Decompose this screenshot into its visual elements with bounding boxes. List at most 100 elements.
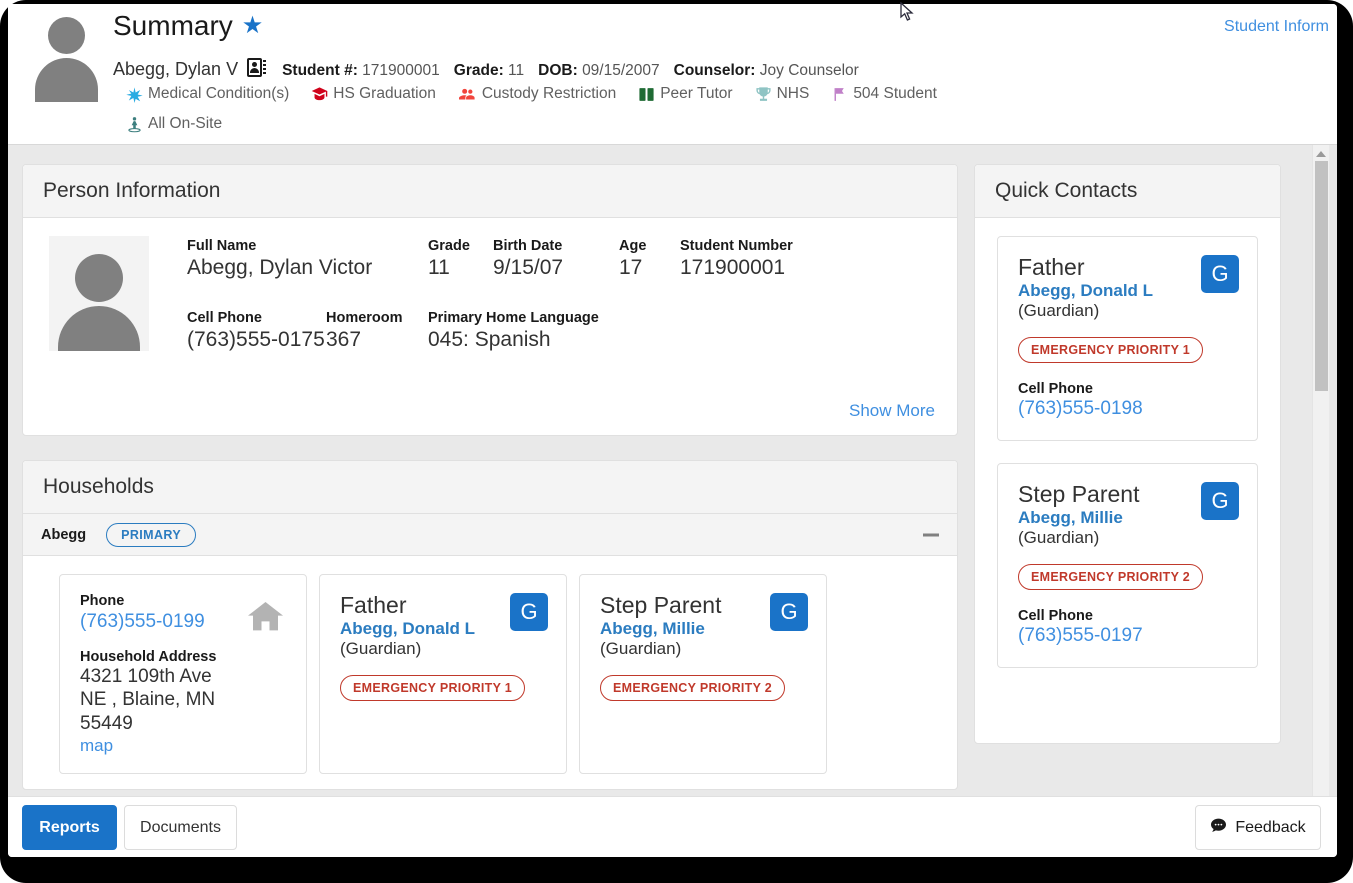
show-more-link[interactable]: Show More: [849, 401, 935, 421]
emergency-priority-badge: EMERGENCY PRIORITY 1: [1018, 337, 1204, 364]
meta-grade: Grade: 11: [453, 62, 525, 79]
avatar-body: [35, 58, 98, 102]
person-location-icon: [126, 116, 143, 133]
field-full-name: Full Name Abegg, Dylan Victor: [187, 238, 373, 279]
meta-student-number: Student #: 171900001: [282, 62, 440, 79]
contact-phone-label: Cell Phone: [1018, 381, 1093, 398]
person-photo-placeholder: [49, 236, 149, 351]
flag-hs-graduation[interactable]: HS Graduation: [311, 85, 436, 103]
page-title-row: Summary ★: [113, 12, 263, 40]
address-label: Household Address: [80, 649, 217, 665]
bottom-toolbar: Reports Documents Feedback: [8, 796, 1337, 857]
quick-contacts-region: Quick Contacts Father Abegg, Donald L (G…: [974, 164, 1281, 766]
mouse-cursor: [900, 1, 914, 22]
flag-medical-condition[interactable]: Medical Condition(s): [126, 85, 289, 103]
reports-button[interactable]: Reports: [22, 805, 117, 850]
flag-504-student[interactable]: 504 Student: [831, 85, 937, 103]
flag-icon: [831, 86, 848, 103]
graduation-cap-icon: [311, 86, 328, 103]
student-identity-row: Abegg, Dylan V Student #: 171900001 Grad…: [113, 56, 873, 80]
quick-contacts-body: Father Abegg, Donald L (Guardian) EMERGE…: [975, 218, 1280, 708]
field-homeroom: Homeroom 367: [326, 310, 403, 351]
minus-icon[interactable]: [923, 533, 939, 536]
guardian-badge: G: [1201, 255, 1239, 293]
student-flags-row-2: All On-Site: [126, 115, 244, 133]
household-subheader: Abegg PRIMARY: [23, 514, 957, 556]
member-guardian-text: (Guardian): [600, 639, 682, 659]
meta-counselor: Counselor: Joy Counselor: [673, 62, 859, 79]
emergency-priority-badge: EMERGENCY PRIORITY 2: [600, 675, 786, 702]
households-card: Households Abegg PRIMARY Phone (763)555-…: [22, 460, 958, 790]
person-information-body: Full Name Abegg, Dylan Victor Grade 11 B…: [23, 218, 957, 431]
flag-label: HS Graduation: [333, 85, 436, 102]
flag-all-on-site[interactable]: All On-Site: [126, 115, 222, 133]
flag-label: NHS: [776, 85, 810, 102]
field-cell-phone: Cell Phone (763)555-0175: [187, 310, 325, 352]
field-student-number: Student Number 171900001: [680, 238, 793, 279]
photo-head: [75, 254, 123, 302]
student-header: Summary ★ Abegg, Dylan V Student #: 1719…: [8, 4, 1337, 145]
primary-badge: PRIMARY: [106, 522, 197, 547]
cell-phone-link[interactable]: (763)555-0175: [187, 328, 325, 352]
page-title: Summary: [113, 10, 233, 41]
guardian-badge: G: [1201, 482, 1239, 521]
main-content: Person Information Full Name Abegg, Dyla…: [8, 145, 1337, 796]
map-link[interactable]: map: [80, 736, 286, 756]
documents-button[interactable]: Documents: [124, 805, 237, 850]
scroll-up-arrow-icon[interactable]: [1316, 151, 1326, 157]
emergency-priority-badge: EMERGENCY PRIORITY 1: [340, 675, 526, 702]
people-icon: [458, 86, 477, 103]
household-members-row: Phone (763)555-0199 Household Address 43…: [23, 556, 957, 774]
flag-nhs[interactable]: NHS: [755, 85, 810, 103]
address-line-3: 55449: [80, 712, 133, 734]
person-information-card: Person Information Full Name Abegg, Dyla…: [22, 164, 958, 436]
field-age: Age 17: [619, 238, 647, 279]
flag-label: Peer Tutor: [660, 85, 733, 102]
trophy-icon: [755, 86, 772, 103]
contact-guardian-text: (Guardian): [1018, 301, 1100, 321]
flag-label: Medical Condition(s): [148, 85, 290, 102]
households-title: Households: [23, 461, 957, 514]
guardian-badge: G: [510, 593, 548, 631]
feedback-label: Feedback: [1235, 818, 1306, 836]
field-primary-home-language: Primary Home Language 045: Spanish: [428, 310, 599, 351]
person-information-title: Person Information: [23, 165, 957, 218]
student-information-link[interactable]: Student Inform: [1224, 18, 1329, 36]
contact-phone-label: Cell Phone: [1018, 608, 1093, 625]
student-avatar: [31, 17, 101, 102]
photo-body: [58, 306, 140, 351]
quick-contacts-title: Quick Contacts: [975, 165, 1280, 218]
flag-label: 504 Student: [853, 85, 937, 102]
asterisk-icon: [126, 86, 143, 103]
address-line-2: NE , Blaine, MN: [80, 689, 216, 711]
student-name: Abegg, Dylan V: [113, 59, 239, 79]
address-line-1: 4321 109th Ave: [80, 666, 212, 687]
household-member-card: Step Parent Abegg, Millie (Guardian) EME…: [579, 574, 827, 774]
screenshot-frame: Summary ★ Abegg, Dylan V Student #: 1719…: [0, 0, 1353, 883]
avatar-head: [48, 17, 85, 54]
flag-peer-tutor[interactable]: Peer Tutor: [638, 85, 733, 103]
guardian-badge: G: [770, 593, 808, 631]
contact-guardian-text: (Guardian): [1018, 528, 1100, 548]
quick-contact-card: Step Parent Abegg, Millie (Guardian) EME…: [997, 463, 1258, 669]
meta-dob: DOB: 09/15/2007: [538, 62, 660, 79]
contact-phone-link[interactable]: (763)555-0198: [1018, 398, 1237, 420]
flag-label: Custody Restriction: [481, 85, 617, 102]
comment-icon: [1210, 818, 1227, 838]
feedback-button[interactable]: Feedback: [1195, 805, 1321, 850]
vertical-scrollbar[interactable]: [1312, 145, 1329, 796]
application-window: Summary ★ Abegg, Dylan V Student #: 1719…: [8, 4, 1337, 857]
scrollbar-thumb[interactable]: [1315, 161, 1328, 391]
field-grade: Grade 11: [428, 238, 470, 279]
contact-card-icon[interactable]: [247, 58, 267, 77]
household-member-card: Father Abegg, Donald L (Guardian) EMERGE…: [319, 574, 567, 774]
flag-custody-restriction[interactable]: Custody Restriction: [458, 85, 616, 103]
field-birth-date: Birth Date 9/15/07: [493, 238, 564, 279]
contact-phone-link[interactable]: (763)555-0197: [1018, 625, 1237, 647]
book-icon: [638, 86, 655, 103]
emergency-priority-badge: EMERGENCY PRIORITY 2: [1018, 564, 1204, 591]
star-icon[interactable]: ★: [242, 14, 264, 38]
house-icon: [243, 597, 288, 642]
household-address-card: Phone (763)555-0199 Household Address 43…: [59, 574, 307, 774]
flag-label: All On-Site: [148, 115, 223, 132]
